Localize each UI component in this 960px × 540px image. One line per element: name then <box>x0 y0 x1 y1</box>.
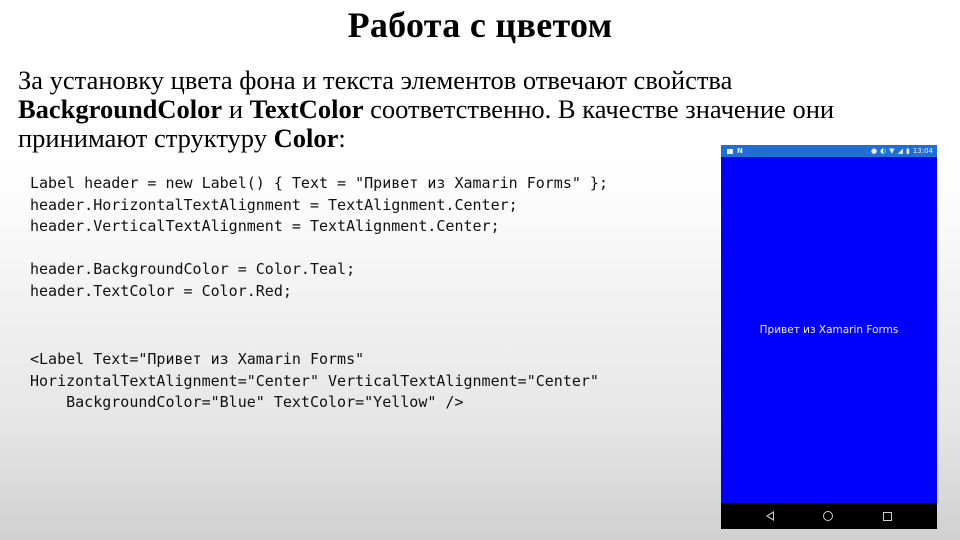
slide-title: Работа с цветом <box>347 5 613 45</box>
recents-icon[interactable] <box>883 511 893 521</box>
phone-screenshot: N ● ◐ ▼ ◢ ▮ 13:04 Привет из Xamarin Form… <box>721 145 937 529</box>
intro-text: и <box>222 94 250 124</box>
code-block-xaml: <Label Text="Привет из Xamarin Forms" Ho… <box>30 350 599 412</box>
color-struct: Color <box>273 123 339 153</box>
nav-bar <box>721 503 937 529</box>
code-block-label-creation: Label header = new Label() { Text = "При… <box>30 174 608 236</box>
home-icon[interactable] <box>823 511 834 521</box>
back-icon[interactable] <box>765 511 774 521</box>
property-text-color: TextColor <box>249 94 364 124</box>
intro-paragraph: За установку цвета фона и текста элемент… <box>18 66 918 153</box>
status-time: 13:04 <box>912 147 933 155</box>
location-icon: ● <box>870 147 878 155</box>
property-background-color: BackgroundColor <box>18 94 223 124</box>
greeting-label: Привет из Xamarin Forms <box>759 324 899 336</box>
intro-text: : <box>338 123 346 153</box>
wifi-icon: ▼ <box>889 147 895 155</box>
intro-text: За установку цвета фона и текста элемент… <box>18 65 733 95</box>
image-icon <box>727 148 733 154</box>
signal-icon: ◢ <box>897 147 903 155</box>
n-icon: N <box>737 147 743 155</box>
battery-icon: ▮ <box>905 147 910 155</box>
code-block-color-assignment: header.BackgroundColor = Color.Teal; hea… <box>30 260 356 300</box>
status-bar: N ● ◐ ▼ ◢ ▮ 13:04 <box>721 145 937 157</box>
vibrate-icon: ◐ <box>880 147 887 155</box>
